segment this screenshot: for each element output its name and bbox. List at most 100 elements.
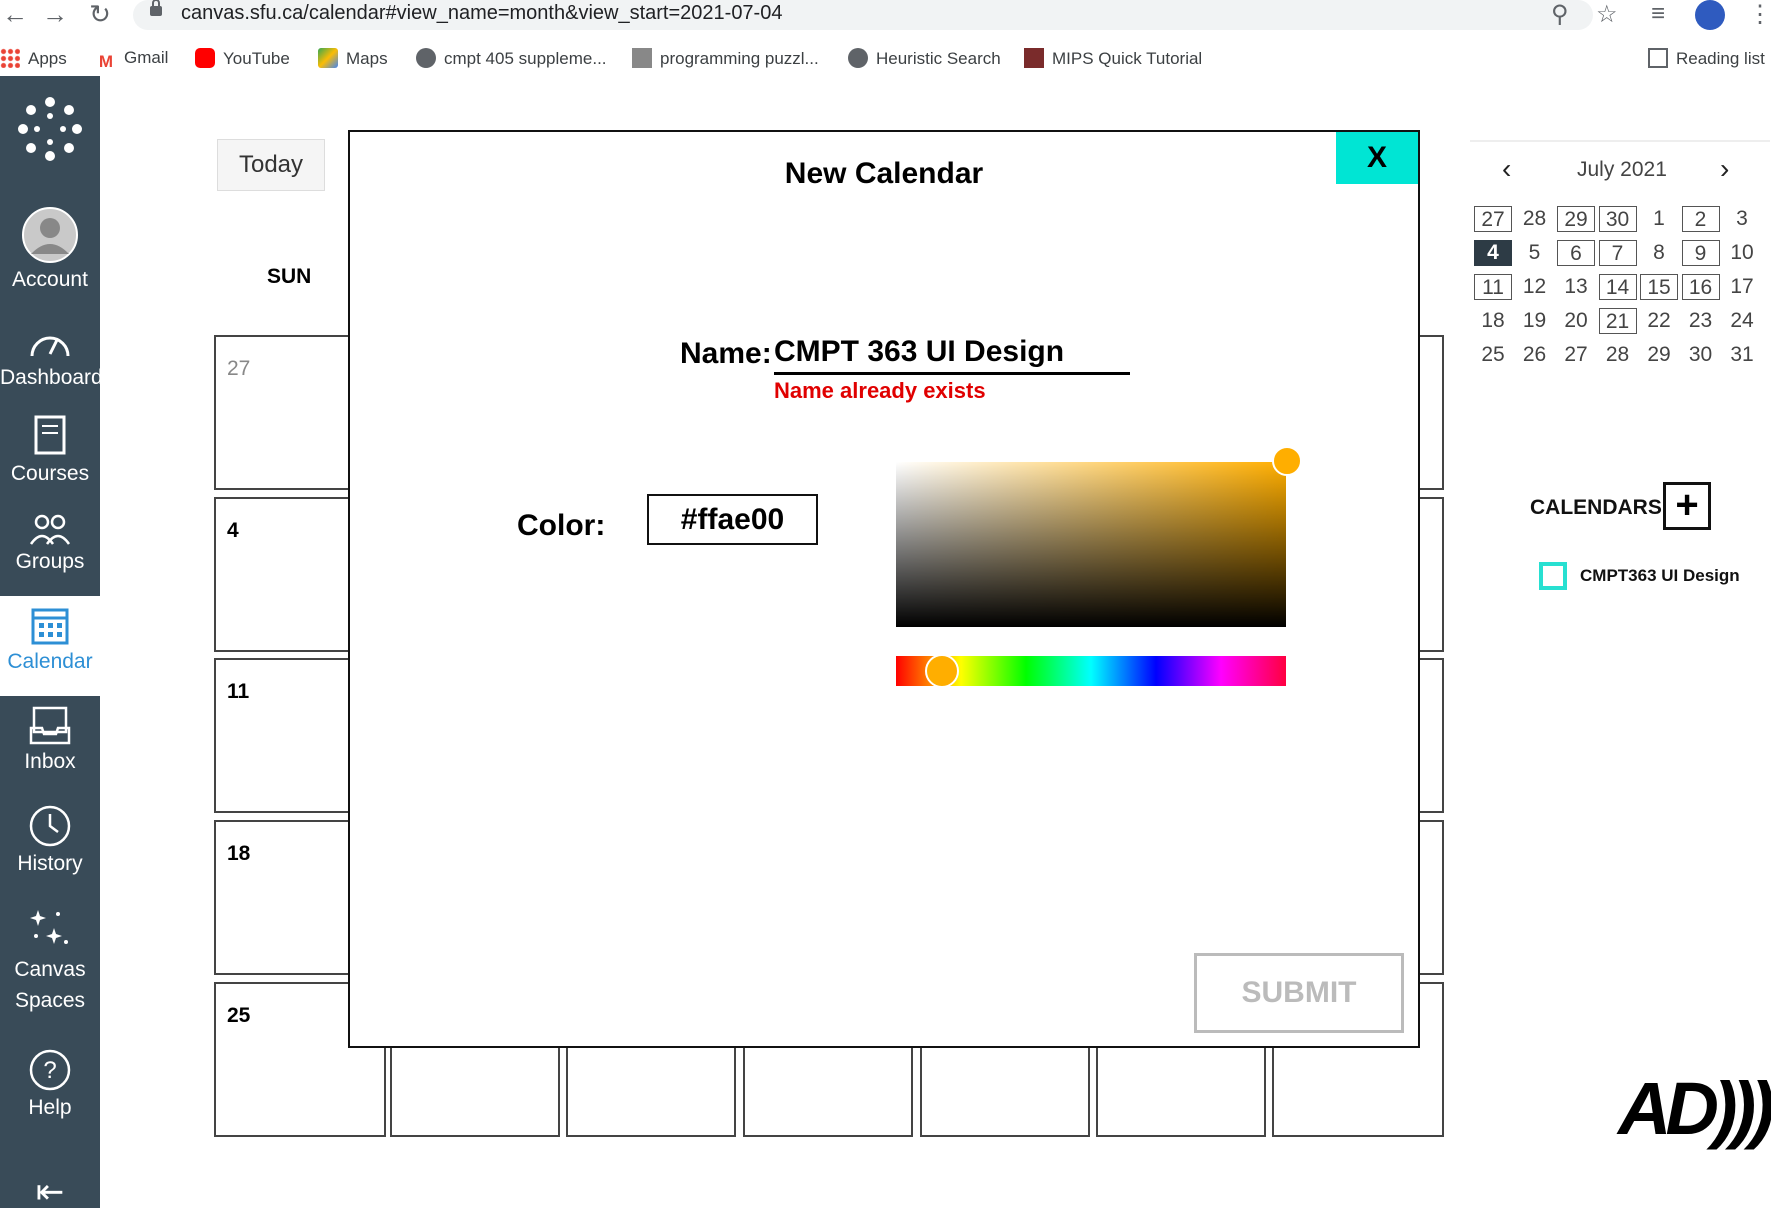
nav-groups[interactable]: Groups: [0, 512, 100, 574]
browser-toolbar: ← → ↻ canvas.sfu.ca/calendar#view_name=m…: [0, 0, 1771, 40]
bookmark-apps[interactable]: Apps: [0, 48, 67, 69]
mini-day[interactable]: 4: [1474, 240, 1512, 266]
mini-day[interactable]: 15: [1640, 274, 1678, 300]
submit-button[interactable]: SUBMIT: [1194, 953, 1404, 1033]
bookmark-heuristic[interactable]: Heuristic Search: [848, 48, 1001, 69]
courses-icon: [34, 415, 66, 455]
day-cell[interactable]: [920, 1040, 1090, 1137]
mini-day[interactable]: 27: [1557, 342, 1595, 368]
day-number: 18: [227, 842, 251, 865]
zoom-icon[interactable]: ⚲: [1551, 0, 1569, 29]
url-text[interactable]: canvas.sfu.ca/calendar#view_name=month&v…: [181, 2, 782, 25]
mini-day[interactable]: 9: [1681, 240, 1720, 266]
mini-day[interactable]: 7: [1598, 240, 1637, 266]
calendar-entry-label[interactable]: CMPT363 UI Design: [1580, 566, 1740, 586]
nav-canvas-spaces[interactable]: Canvas Spaces: [0, 906, 100, 1016]
audio-description-logo: AD))): [1618, 1067, 1771, 1150]
day-cell[interactable]: [566, 1040, 736, 1137]
bookmark-label: Maps: [346, 49, 388, 68]
hue-slider-handle[interactable]: [925, 654, 959, 688]
prev-month-icon[interactable]: ‹: [1502, 153, 1511, 185]
mini-day[interactable]: 21: [1598, 308, 1637, 334]
bookmark-maps[interactable]: Maps: [318, 48, 388, 69]
bookmark-youtube[interactable]: YouTube: [195, 48, 290, 69]
mini-day[interactable]: 25: [1474, 342, 1512, 368]
today-button[interactable]: Today: [217, 139, 325, 191]
mini-day[interactable]: 29: [1557, 206, 1595, 232]
mini-day[interactable]: 27: [1474, 206, 1512, 232]
nav-label: Canvas Spaces: [14, 958, 86, 1012]
bookmark-gmail[interactable]: M Gmail: [96, 48, 168, 72]
mini-day[interactable]: 24: [1723, 308, 1761, 334]
back-icon[interactable]: ←: [0, 0, 30, 30]
nav-account[interactable]: Account: [0, 206, 100, 292]
nav-help[interactable]: ? Help: [0, 1048, 100, 1120]
day-number: 4: [227, 519, 239, 542]
mini-day[interactable]: 13: [1557, 274, 1595, 300]
canvas-logo[interactable]: [0, 94, 100, 170]
day-cell[interactable]: 27: [214, 335, 368, 490]
account-icon: [22, 207, 78, 263]
menu-icon[interactable]: ⋮: [1748, 0, 1771, 29]
calendar-color-checkbox[interactable]: [1539, 562, 1567, 590]
profile-avatar[interactable]: [1695, 0, 1725, 30]
queue-icon[interactable]: ≡: [1651, 0, 1665, 28]
mini-day[interactable]: 20: [1557, 308, 1595, 334]
day-number: 27: [227, 357, 251, 380]
bookmark-cmpt405[interactable]: cmpt 405 suppleme...: [416, 48, 607, 69]
mini-day[interactable]: 16: [1681, 274, 1720, 300]
day-cell[interactable]: [743, 1040, 913, 1137]
day-cell[interactable]: 4: [214, 497, 368, 652]
day-cell[interactable]: 11: [214, 658, 368, 813]
mini-day[interactable]: 30: [1598, 206, 1637, 232]
reload-icon[interactable]: ↻: [85, 0, 115, 30]
mini-day[interactable]: 22: [1640, 308, 1678, 334]
mini-day[interactable]: 23: [1682, 308, 1720, 334]
mini-day[interactable]: 2: [1681, 206, 1720, 232]
groups-icon: [29, 514, 71, 545]
mini-day[interactable]: 28: [1599, 342, 1637, 368]
mini-day[interactable]: 19: [1516, 308, 1554, 334]
nav-courses[interactable]: Courses: [0, 414, 100, 486]
color-hex-input[interactable]: [647, 494, 818, 545]
forward-icon[interactable]: →: [40, 0, 70, 30]
mini-day[interactable]: 12: [1516, 274, 1554, 300]
nav-history[interactable]: History: [0, 804, 100, 876]
mini-day[interactable]: 28: [1516, 206, 1554, 232]
day-cell[interactable]: 18: [214, 820, 368, 975]
mini-day[interactable]: 18: [1474, 308, 1512, 334]
mini-day[interactable]: 8: [1640, 240, 1678, 266]
name-input[interactable]: [774, 332, 1130, 375]
mini-day[interactable]: 14: [1598, 274, 1637, 300]
close-button[interactable]: X: [1336, 132, 1418, 184]
mini-day[interactable]: 10: [1723, 240, 1761, 266]
svg-text:?: ?: [43, 1057, 56, 1084]
nav-calendar[interactable]: Calendar: [0, 596, 100, 696]
mini-day[interactable]: 5: [1516, 240, 1554, 266]
youtube-icon: [195, 48, 215, 68]
mini-day[interactable]: 3: [1723, 206, 1761, 232]
next-month-icon[interactable]: ›: [1720, 153, 1729, 185]
bookmark-programming[interactable]: programming puzzl...: [632, 48, 819, 69]
day-cell[interactable]: [1096, 1040, 1266, 1137]
mini-day[interactable]: 30: [1682, 342, 1720, 368]
star-icon[interactable]: ☆: [1596, 0, 1618, 29]
nav-dashboard[interactable]: Dashboard: [0, 326, 103, 390]
mini-day[interactable]: 11: [1474, 274, 1512, 300]
mini-day[interactable]: 1: [1640, 206, 1678, 232]
mini-day[interactable]: 29: [1640, 342, 1678, 368]
nav-inbox[interactable]: Inbox: [0, 706, 100, 774]
bookmark-mips[interactable]: MIPS Quick Tutorial: [1024, 48, 1202, 69]
day-cell[interactable]: [390, 1040, 560, 1137]
mini-day[interactable]: 26: [1516, 342, 1554, 368]
saturation-value-handle[interactable]: [1272, 446, 1302, 476]
mini-day[interactable]: 6: [1557, 240, 1595, 266]
add-calendar-button[interactable]: +: [1663, 482, 1711, 530]
reading-list[interactable]: Reading list: [1648, 48, 1765, 69]
saturation-value-picker[interactable]: [896, 462, 1286, 627]
mini-day[interactable]: 31: [1723, 342, 1761, 368]
collapse-nav-icon[interactable]: ⇤: [0, 1172, 100, 1212]
bookmark-label: YouTube: [223, 49, 290, 68]
canvas-logo-icon: [18, 97, 82, 161]
mini-day[interactable]: 17: [1723, 274, 1761, 300]
